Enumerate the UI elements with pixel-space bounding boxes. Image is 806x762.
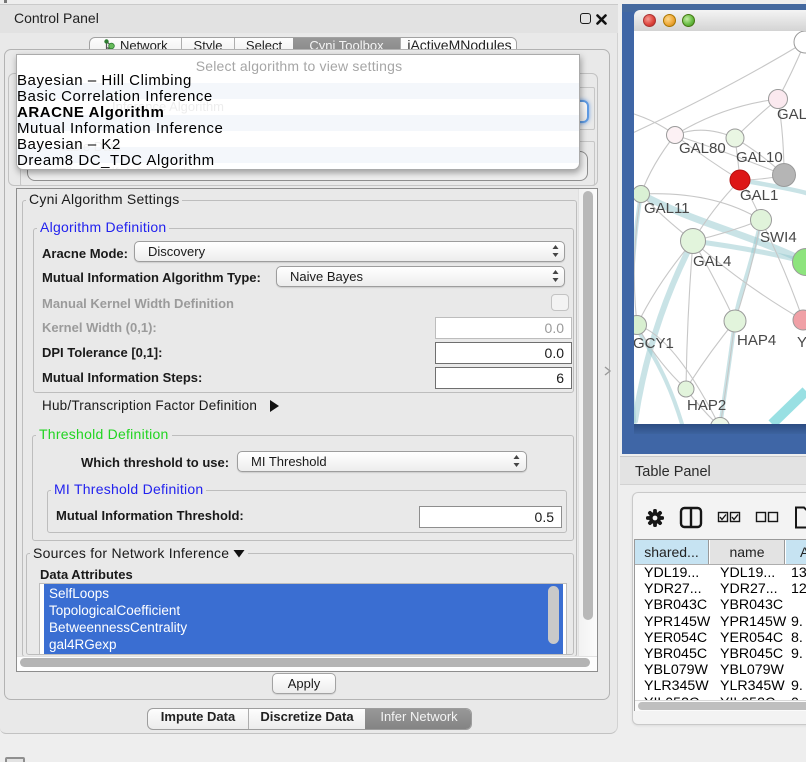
svg-text:GAL11: GAL11 [644, 200, 690, 217]
svg-text:HAP2: HAP2 [687, 397, 726, 414]
svg-text:GAL7: GAL7 [777, 106, 806, 123]
svg-text:GCY1: GCY1 [634, 335, 674, 352]
svg-text:GAL80: GAL80 [679, 140, 726, 157]
svg-text:GAL1: GAL1 [740, 187, 778, 204]
svg-text:GAL4: GAL4 [693, 253, 731, 270]
svg-text:GAL10: GAL10 [736, 149, 783, 166]
svg-text:SWI4: SWI4 [760, 229, 797, 246]
svg-text:YJ: YJ [797, 334, 806, 351]
svg-text:HAP4: HAP4 [737, 332, 776, 349]
